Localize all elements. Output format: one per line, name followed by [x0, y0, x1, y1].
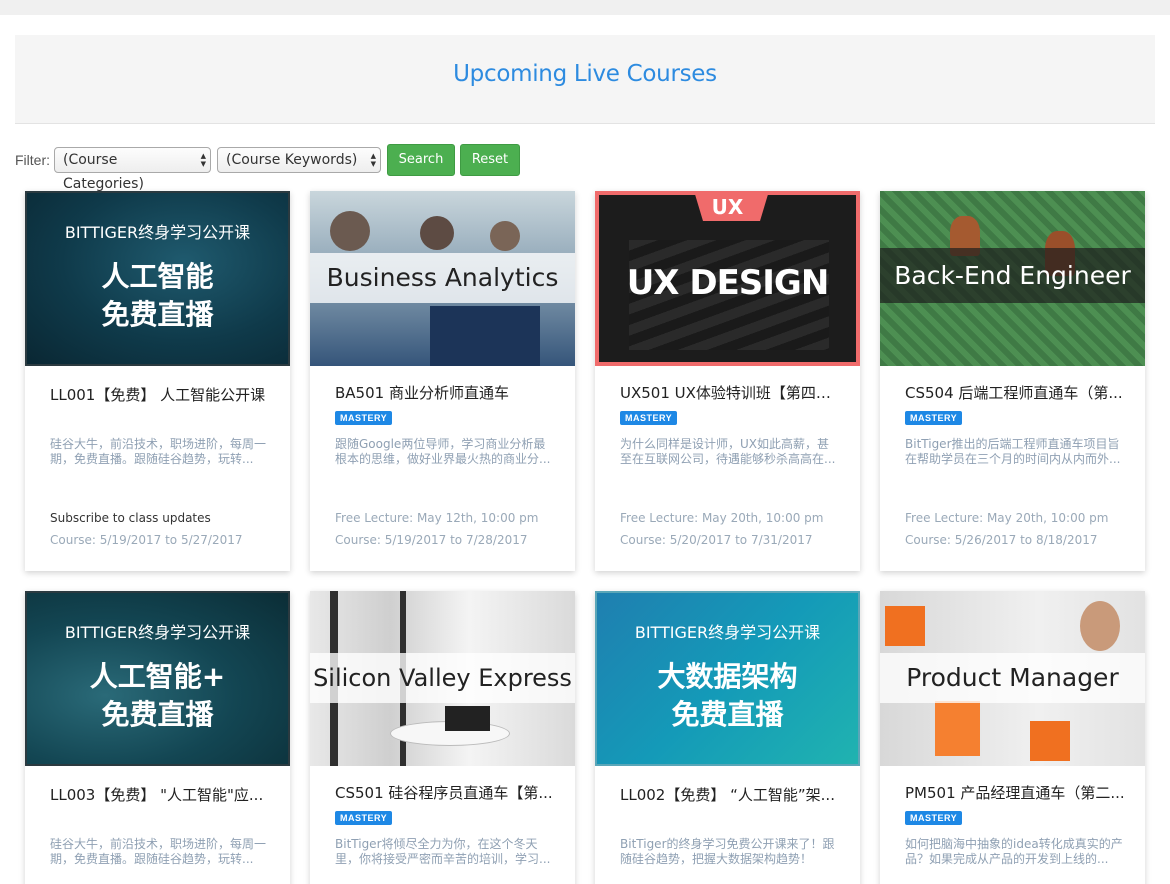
keyword-select[interactable]: (Course Keywords) ▲ ▼	[217, 147, 381, 173]
keyword-select-value: (Course Keywords)	[226, 152, 358, 168]
laptop-graphic	[445, 706, 490, 731]
course-image: BITTIGER终身学习公开课 人工智能 免费直播	[25, 191, 290, 366]
sticky-note	[935, 701, 980, 756]
select-arrows-icon: ▲ ▼	[370, 152, 376, 168]
course-description: 为什么同样是设计师，UX如此高薪，甚至在互联网公司，待遇能够秒杀高高在...	[620, 437, 836, 466]
image-line: 人工智能	[101, 260, 214, 293]
image-caption: Product Manager	[880, 653, 1145, 703]
course-title[interactable]: LL002【免费】 “人工智能”架...	[620, 784, 845, 805]
course-image: BITTIGER终身学习公开课 人工智能+ 免费直播	[25, 591, 290, 766]
course-title[interactable]: UX501 UX体验特训班【第四期...	[620, 382, 845, 403]
category-select[interactable]: (Course Categories) ▲ ▼	[54, 147, 211, 192]
course-title[interactable]: CS504 后端工程师直通车（第...	[905, 382, 1130, 403]
mastery-badge: MASTERY	[335, 811, 393, 825]
photo-figure	[420, 216, 454, 250]
course-card[interactable]: Back-End Engineer CS504 后端工程师直通车（第... MA…	[880, 191, 1145, 571]
course-title[interactable]: LL003【免费】 "人工智能"应...	[50, 784, 275, 805]
image-line: 免费直播	[101, 298, 214, 331]
course-image: Product Manager	[880, 591, 1145, 766]
select-arrows-icon: ▲ ▼	[200, 152, 206, 168]
course-description: BitTiger推出的后端工程师直通车项目旨在帮助学员在三个月的时间内从内而外.…	[905, 437, 1121, 466]
course-description: BitTiger将倾尽全力为你，在这个冬天里，你将接受严密而辛苦的培训，学习..…	[335, 837, 551, 866]
course-dates: Course: 5/26/2017 to 8/18/2017	[905, 533, 1098, 547]
top-strip	[0, 0, 1170, 15]
image-caption: Silicon Valley Express	[310, 653, 575, 703]
mastery-badge: MASTERY	[905, 811, 963, 825]
course-description: 硅谷大牛，前沿技术，职场进阶，每周一期，免费直播。跟随硅谷趋势，玩转...	[50, 837, 267, 866]
course-title[interactable]: BA501 商业分析师直通车	[335, 382, 560, 403]
filter-bar: Filter: (Course Categories) ▲ ▼ (Course K…	[15, 144, 525, 192]
course-description: 跟随Google两位导师，学习商业分析最根本的思维，做好业界最火热的商业分...	[335, 437, 551, 466]
mastery-badge: MASTERY	[905, 411, 963, 425]
photo-figure	[330, 211, 370, 251]
image-heading: BITTIGER终身学习公开课	[64, 223, 251, 242]
image-heading: BITTIGER终身学习公开课	[634, 623, 821, 642]
sticky-note	[885, 606, 925, 646]
course-card[interactable]: UX UX DESIGN UX501 UX体验特训班【第四期... MASTER…	[595, 191, 860, 571]
image-caption: Back-End Engineer	[880, 248, 1145, 303]
course-card[interactable]: Business Analytics BA501 商业分析师直通车 MASTER…	[310, 191, 575, 571]
photo-figure	[490, 221, 520, 251]
image-caption: UX DESIGN	[626, 263, 830, 303]
course-card[interactable]: Product Manager PM501 产品经理直通车（第二... MAST…	[880, 591, 1145, 884]
course-card[interactable]: BITTIGER终身学习公开课 大数据架构 免费直播 LL002【免费】 “人工…	[595, 591, 860, 884]
course-description: BitTiger的终身学习免费公开课来了！跟随硅谷趋势，把握大数据架构趋势！	[620, 837, 835, 866]
photo-figure	[1080, 601, 1120, 651]
search-button[interactable]: Search	[387, 144, 455, 176]
page-title: Upcoming Live Courses	[453, 61, 717, 87]
course-description: 如何把脑海中抽象的idea转化成真实的产品？如果完成从产品的开发到上线的...	[905, 837, 1123, 866]
reset-button[interactable]: Reset	[460, 144, 520, 176]
course-card[interactable]: Silicon Valley Express CS501 硅谷程序员直通车【第.…	[310, 591, 575, 884]
sticky-note	[1030, 721, 1070, 761]
course-description: 硅谷大牛，前沿技术，职场进阶，每周一期，免费直播。跟随硅谷趋势，玩转...	[50, 437, 267, 466]
page-header: Upcoming Live Courses	[15, 35, 1155, 124]
course-card[interactable]: BITTIGER终身学习公开课 人工智能+ 免费直播 LL003【免费】 "人工…	[25, 591, 290, 884]
course-title[interactable]: CS501 硅谷程序员直通车【第...	[335, 782, 560, 803]
course-image: Business Analytics	[310, 191, 575, 366]
image-line: 免费直播	[101, 698, 214, 731]
course-title[interactable]: LL001【免费】 人工智能公开课	[50, 384, 275, 405]
course-dates: Course: 5/19/2017 to 5/27/2017	[50, 533, 243, 547]
image-caption: Business Analytics	[310, 253, 575, 303]
course-title[interactable]: PM501 产品经理直通车（第二...	[905, 782, 1130, 803]
course-dates: Course: 5/19/2017 to 7/28/2017	[335, 533, 528, 547]
course-image: BITTIGER终身学习公开课 大数据架构 免费直播	[595, 591, 860, 766]
course-dates: Course: 5/20/2017 to 7/31/2017	[620, 533, 813, 547]
image-line: 大数据架构	[657, 660, 798, 693]
free-lecture: Free Lecture: May 20th, 10:00 pm	[905, 511, 1109, 525]
mastery-badge: MASTERY	[620, 411, 678, 425]
image-heading: BITTIGER终身学习公开课	[64, 623, 251, 642]
mastery-badge: MASTERY	[335, 411, 393, 425]
category-select-value: (Course Categories)	[63, 152, 144, 192]
image-line: 人工智能+	[89, 660, 226, 693]
course-image: Back-End Engineer	[880, 191, 1145, 366]
free-lecture: Free Lecture: May 20th, 10:00 pm	[620, 511, 824, 525]
course-image: Silicon Valley Express	[310, 591, 575, 766]
filter-label: Filter:	[15, 152, 50, 168]
image-tag: UX	[711, 195, 744, 219]
free-lecture: Free Lecture: May 12th, 10:00 pm	[335, 511, 539, 525]
photo-figure	[430, 306, 540, 366]
image-line: 免费直播	[671, 698, 784, 731]
course-card[interactable]: BITTIGER终身学习公开课 人工智能 免费直播 LL001【免费】 人工智能…	[25, 191, 290, 571]
course-image: UX UX DESIGN	[595, 191, 860, 366]
subscribe-link[interactable]: Subscribe to class updates	[50, 511, 211, 525]
